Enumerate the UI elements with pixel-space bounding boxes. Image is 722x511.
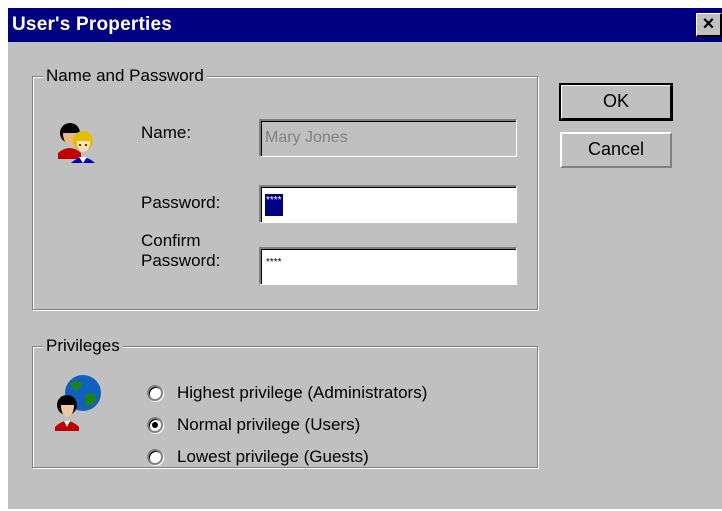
- password-label: Password:: [141, 193, 221, 212]
- privileges-group: Privileges Highest privilege (Administra…: [32, 335, 538, 468]
- two-users-icon: [58, 123, 95, 163]
- close-button[interactable]: ×: [696, 13, 722, 37]
- option-lowest-privilege-label: Lowest privilege (Guests): [177, 447, 369, 466]
- confirm-label-line2: Password:: [141, 251, 221, 270]
- users-properties-dialog: User's Properties × Name and Password Na…: [6, 6, 722, 509]
- password-field[interactable]: ****: [259, 185, 517, 223]
- confirm-password-value: ****: [266, 257, 282, 268]
- name-password-group: Name and Password Name: Mary Jones Passw…: [32, 65, 538, 310]
- group-label-name-password: Name and Password: [43, 65, 207, 87]
- radio-normal-privilege[interactable]: [147, 417, 163, 433]
- name-field: Mary Jones: [259, 119, 517, 157]
- radio-lowest-privilege[interactable]: [147, 449, 163, 465]
- radio-selected-dot: [152, 422, 158, 428]
- option-normal-privilege-label: Normal privilege (Users): [177, 415, 361, 434]
- ok-button[interactable]: OK: [559, 83, 673, 121]
- name-value: Mary Jones: [265, 129, 348, 146]
- cancel-button[interactable]: Cancel: [560, 132, 672, 168]
- confirm-label-line1: Confirm: [141, 231, 201, 250]
- option-highest-privilege-label: Highest privilege (Administrators): [177, 383, 428, 402]
- globe-user-icon: [55, 375, 101, 431]
- group-label-privileges: Privileges: [43, 335, 123, 357]
- window-title: User's Properties: [12, 14, 172, 35]
- name-label: Name:: [141, 123, 192, 142]
- title-bar[interactable]: User's Properties ×: [8, 8, 722, 42]
- radio-highest-privilege[interactable]: [147, 385, 163, 401]
- confirm-password-field[interactable]: ****: [259, 247, 517, 285]
- password-value: ****: [264, 193, 284, 217]
